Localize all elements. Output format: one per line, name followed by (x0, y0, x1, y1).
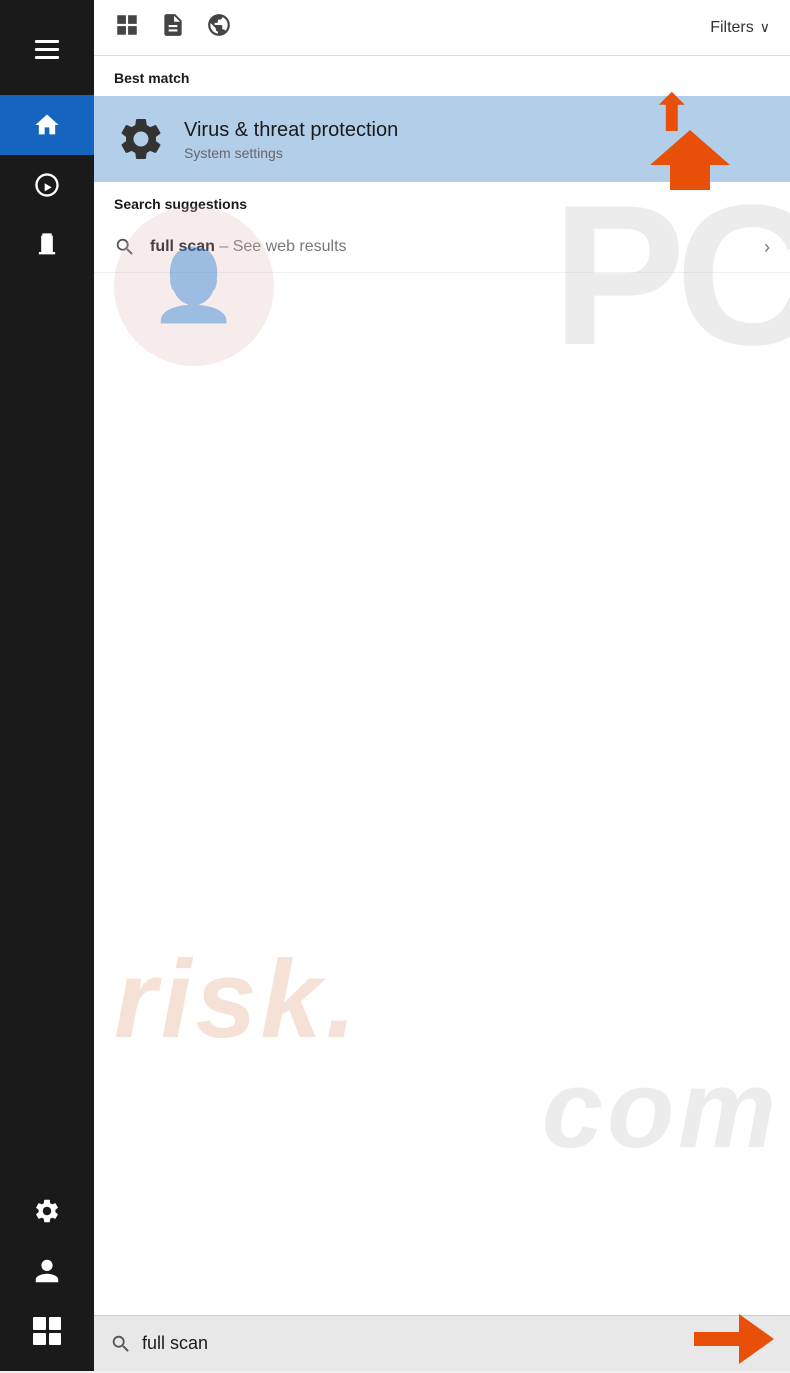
suggestion-dim-text: – See web results (215, 238, 347, 255)
media-icon (33, 171, 61, 199)
sidebar-item-media[interactable] (0, 155, 94, 215)
search-input[interactable] (142, 1333, 674, 1354)
sidebar-bottom (0, 1181, 94, 1371)
windows-logo-icon (33, 1317, 61, 1345)
watermark-com-text: com (542, 1055, 780, 1165)
suggestion-bold-text: full scan (150, 238, 215, 255)
best-match-title: Virus & threat protection (184, 117, 398, 143)
hamburger-icon (35, 26, 59, 79)
sidebar-item-account[interactable] (0, 1241, 94, 1301)
document-icon[interactable] (160, 12, 186, 43)
filters-button[interactable]: Filters ∨ (710, 19, 770, 37)
home-icon (33, 111, 61, 139)
search-results-panel: Best match Virus & threat protection Sys… (94, 56, 790, 1315)
sidebar (0, 0, 94, 1371)
topbar-icons (114, 12, 232, 43)
suggestion-search-icon (114, 236, 136, 258)
suggestion-chevron-icon: › (764, 237, 770, 258)
sidebar-top (0, 10, 94, 275)
search-bar-icon (110, 1333, 132, 1355)
sidebar-item-device[interactable] (0, 215, 94, 275)
sidebar-item-home[interactable] (0, 95, 94, 155)
globe-icon[interactable] (206, 12, 232, 43)
best-match-label: Best match (94, 56, 790, 96)
sidebar-item-windows[interactable] (0, 1301, 94, 1361)
chevron-down-icon: ∨ (760, 19, 770, 36)
best-match-text: Virus & threat protection System setting… (184, 117, 398, 161)
arrow-annotation-bottom (694, 1314, 774, 1373)
filters-label: Filters (710, 19, 754, 37)
main-panel: Filters ∨ Best match Virus & threat prot… (94, 0, 790, 1371)
topbar: Filters ∨ (94, 0, 790, 56)
search-bar (94, 1315, 790, 1371)
arrow-annotation-top: ⬆ (650, 88, 730, 190)
gear-icon (33, 1197, 61, 1225)
search-suggestions-label: Search suggestions (94, 182, 790, 222)
device-icon (33, 231, 61, 259)
suggestion-text: full scan – See web results (150, 238, 750, 256)
best-match-item[interactable]: Virus & threat protection System setting… (94, 96, 790, 182)
sidebar-item-settings[interactable] (0, 1181, 94, 1241)
layout-icon[interactable] (114, 12, 140, 43)
best-match-subtitle: System settings (184, 145, 398, 161)
watermark-risk-text: risk. (114, 945, 360, 1055)
best-match-icon (114, 112, 168, 166)
suggestion-item[interactable]: full scan – See web results › (94, 222, 790, 273)
person-icon (33, 1257, 61, 1285)
sidebar-item-hamburger[interactable] (0, 10, 94, 95)
watermark: 👤 PC risk. com (94, 176, 790, 1215)
